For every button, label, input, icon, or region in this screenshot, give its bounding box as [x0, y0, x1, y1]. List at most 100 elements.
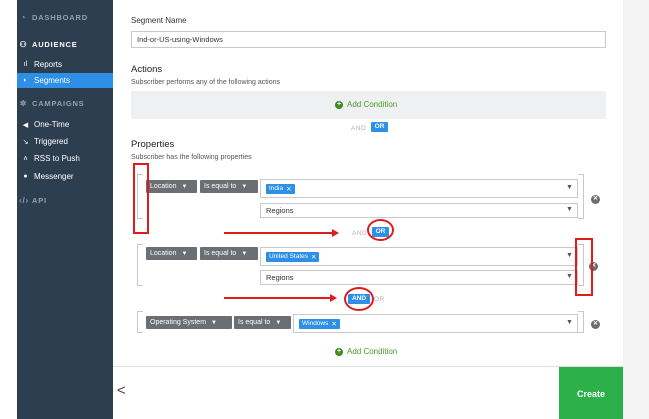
segment-name-input[interactable]: Ind-or-US-using-Windows: [131, 31, 606, 48]
condition-1-operator-label: Is equal to: [204, 183, 237, 190]
condition-3-field-label: Operating System: [150, 319, 207, 326]
bar-chart-icon: ıl: [23, 61, 28, 68]
create-button[interactable]: Create: [559, 367, 623, 419]
dashboard-icon: ◔: [20, 13, 27, 22]
condition-1-value-input[interactable]: India ✕: [260, 179, 578, 198]
condition-1-value-label: India: [269, 185, 284, 192]
sidebar-section-dashboard[interactable]: ◔ DASHBOARD: [17, 13, 113, 22]
annotation-arrowhead-1: [332, 229, 339, 237]
add-condition-label: Add Condition: [347, 100, 398, 109]
sidebar-one-time-label: One-Time: [34, 120, 70, 129]
properties-and-toggle-1[interactable]: AND: [352, 230, 367, 237]
condition-1-field-label: Location: [150, 183, 177, 190]
actions-title: Actions: [131, 64, 163, 75]
properties-subtitle: Subscriber has the following properties: [131, 154, 252, 161]
condition-2-value-input[interactable]: United States ✕: [260, 247, 578, 266]
sidebar-messenger-label: Messenger: [34, 172, 74, 181]
plus-circle-icon: +: [335, 347, 343, 356]
sidebar-dashboard-label: DASHBOARD: [32, 13, 88, 22]
condition-1-remove-icon[interactable]: ✕: [591, 195, 600, 204]
group-bracket-left: [137, 311, 143, 333]
condition-3-value-chip: Windows ✕: [299, 318, 340, 329]
annotation-box-right: [575, 238, 593, 296]
condition-2-operator-label: Is equal to: [204, 250, 237, 257]
condition-3-field-dropdown[interactable]: Operating System ▼: [146, 316, 232, 329]
annotation-arrowhead-2: [330, 294, 337, 302]
caret-down-icon: ▼: [241, 250, 248, 257]
annotation-circle-or: [367, 219, 394, 241]
add-condition-label: Add Condition: [347, 347, 398, 356]
condition-2-value-label: United States: [269, 253, 309, 260]
annotation-arrow-1: [224, 232, 333, 234]
sidebar: ◔ DASHBOARD ⚇ AUDIENCE ıl Reports ◐ Segm…: [17, 0, 113, 419]
sidebar-section-api[interactable]: ‹/› API: [17, 196, 113, 205]
segments-icon: ◐: [23, 77, 28, 84]
condition-2-field-dropdown[interactable]: Location ▼: [146, 247, 197, 260]
caret-down-icon: ▼: [241, 183, 248, 190]
group-bracket-right: [578, 311, 584, 333]
sidebar-campaigns-label: CAMPAIGNS: [32, 99, 85, 108]
actions-add-condition-button[interactable]: + Add Condition: [335, 100, 397, 109]
condition-1-operator-dropdown[interactable]: Is equal to ▼: [200, 180, 258, 193]
properties-or-toggle-2[interactable]: OR: [374, 296, 385, 303]
sidebar-section-campaigns[interactable]: ✲ CAMPAIGNS: [17, 99, 113, 108]
sidebar-segments-label: Segments: [34, 76, 71, 85]
properties-add-condition-button[interactable]: + Add Condition: [335, 347, 397, 356]
close-icon[interactable]: ✕: [311, 253, 316, 261]
chevron-down-icon[interactable]: ▼: [566, 319, 573, 326]
actions-and-toggle[interactable]: AND: [351, 125, 366, 132]
caret-down-icon: ▼: [211, 319, 217, 326]
actions-subtitle: Subscriber performs any of the following…: [131, 79, 281, 86]
condition-1-value-chip: India ✕: [266, 183, 295, 194]
condition-1-field-dropdown[interactable]: Location ▼: [146, 180, 197, 193]
condition-2-region-select[interactable]: Regions: [260, 270, 578, 285]
sidebar-item-messenger[interactable]: ● Messenger: [17, 169, 113, 184]
close-icon[interactable]: ✕: [331, 320, 336, 328]
segment-form: Segment Name Ind-or-US-using-Windows Act…: [113, 0, 623, 366]
sidebar-item-one-time[interactable]: ◀ One-Time: [17, 117, 113, 132]
condition-3-operator-dropdown[interactable]: Is equal to ▼: [234, 316, 291, 329]
audience-icon: ⚇: [19, 40, 28, 49]
sidebar-item-segments[interactable]: ◐ Segments: [17, 73, 113, 88]
annotation-arrow-2: [224, 297, 331, 299]
sidebar-triggered-label: Triggered: [34, 137, 68, 146]
triggered-icon: ↘: [22, 138, 29, 146]
sidebar-item-reports[interactable]: ıl Reports: [17, 57, 113, 72]
sidebar-rss-label: RSS to Push: [34, 154, 80, 163]
properties-title: Properties: [131, 139, 175, 150]
condition-2-value-chip: United States ✕: [266, 251, 320, 262]
send-icon: ◀: [22, 121, 29, 129]
sidebar-section-audience[interactable]: ⚇ AUDIENCE: [17, 40, 113, 49]
plus-circle-icon: +: [335, 100, 343, 109]
back-chevron-icon[interactable]: <: [117, 382, 126, 399]
messenger-icon: ●: [23, 173, 28, 180]
sidebar-reports-label: Reports: [34, 60, 63, 69]
chevron-down-icon[interactable]: ▼: [566, 252, 573, 259]
sidebar-item-triggered[interactable]: ↘ Triggered: [17, 134, 113, 149]
caret-down-icon: ▼: [275, 319, 282, 326]
chevron-down-icon[interactable]: ▼: [566, 184, 573, 191]
condition-3-operator-label: Is equal to: [238, 319, 271, 326]
condition-2-field-label: Location: [150, 250, 177, 257]
code-icon: ‹/›: [19, 196, 29, 205]
form-footer: < Create: [113, 366, 623, 419]
annotation-box-left: [133, 163, 149, 234]
sidebar-item-rss[interactable]: ᴧ RSS to Push: [17, 151, 113, 166]
condition-3-value-label: Windows: [302, 320, 329, 327]
sidebar-audience-label: AUDIENCE: [32, 40, 78, 49]
actions-or-toggle[interactable]: OR: [371, 122, 388, 132]
group-bracket-left: [137, 244, 143, 286]
close-icon[interactable]: ✕: [286, 185, 291, 193]
app-root: ◔ DASHBOARD ⚇ AUDIENCE ıl Reports ◐ Segm…: [0, 0, 649, 419]
segment-name-label: Segment Name: [131, 16, 187, 25]
right-gutter: [623, 0, 649, 419]
condition-2-operator-dropdown[interactable]: Is equal to ▼: [200, 247, 258, 260]
condition-1-region-select[interactable]: Regions: [260, 203, 578, 218]
condition-3-value-input[interactable]: Windows ✕: [293, 314, 578, 333]
sidebar-api-label: API: [32, 196, 47, 205]
rss-icon: ᴧ: [23, 155, 28, 162]
chevron-down-icon[interactable]: ▼: [566, 273, 573, 280]
condition-3-remove-icon[interactable]: ✕: [591, 320, 600, 329]
group-bracket-right: [578, 174, 584, 219]
chevron-down-icon[interactable]: ▼: [566, 206, 573, 213]
